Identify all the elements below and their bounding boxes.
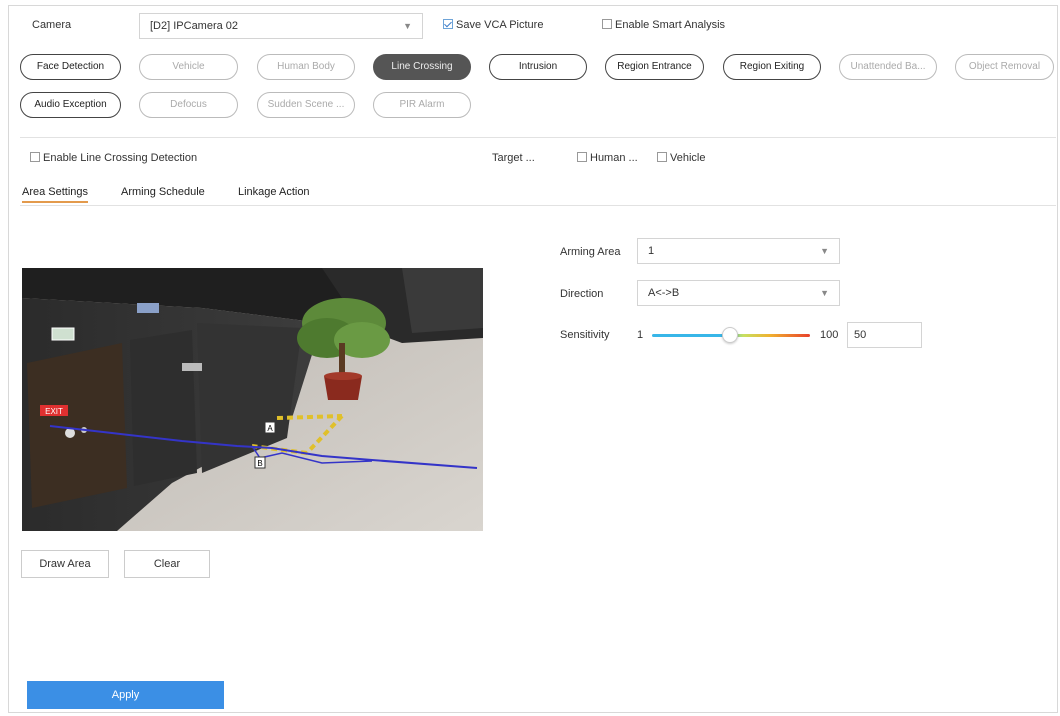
- checkbox-icon: [657, 152, 667, 162]
- camera-select-value: [D2] IPCamera 02: [150, 20, 239, 32]
- point-a-label: A: [267, 424, 273, 433]
- pill-intrusion[interactable]: Intrusion: [489, 54, 587, 80]
- pill-audio-exception[interactable]: Audio Exception: [20, 92, 121, 118]
- pill-pir-alarm[interactable]: PIR Alarm: [373, 92, 471, 118]
- pill-defocus[interactable]: Defocus: [139, 92, 238, 118]
- camera-preview[interactable]: EXIT A B: [22, 268, 483, 531]
- enable-line-crossing-label: Enable Line Crossing Detection: [43, 152, 198, 164]
- pill-human-body[interactable]: Human Body: [257, 54, 355, 80]
- direction-label: Direction: [560, 288, 604, 300]
- sensitivity-max-label: 100: [820, 329, 839, 341]
- tab-arming-schedule[interactable]: Arming Schedule: [121, 186, 205, 198]
- checkbox-icon: [577, 152, 587, 162]
- target-human-label: Human ...: [590, 152, 638, 164]
- exit-sign-text: EXIT: [45, 407, 63, 416]
- smart-analysis-checkbox[interactable]: Enable Smart Analysis: [602, 19, 725, 31]
- pill-sudden-scene-change[interactable]: Sudden Scene ...: [257, 92, 355, 118]
- point-b-label: B: [257, 459, 262, 468]
- target-vehicle-label: Vehicle: [670, 152, 706, 164]
- save-vca-label: Save VCA Picture: [456, 19, 544, 31]
- direction-value: A<->B: [648, 287, 680, 299]
- save-vca-checkbox[interactable]: Save VCA Picture: [443, 19, 543, 31]
- divider: [20, 137, 1056, 138]
- sensitivity-input[interactable]: 50: [847, 322, 922, 348]
- arming-area-select[interactable]: 1 ▼: [637, 238, 840, 264]
- pill-line-crossing[interactable]: Line Crossing: [373, 54, 471, 80]
- chevron-down-icon: ▼: [403, 21, 412, 31]
- arming-area-label: Arming Area: [560, 246, 621, 258]
- pill-vehicle[interactable]: Vehicle: [139, 54, 238, 80]
- target-human-checkbox[interactable]: Human ...: [577, 152, 638, 164]
- direction-select[interactable]: A<->B ▼: [637, 280, 840, 306]
- tab-divider: [20, 205, 1056, 206]
- target-vehicle-checkbox[interactable]: Vehicle: [657, 152, 705, 164]
- pill-object-removal[interactable]: Object Removal: [955, 54, 1054, 80]
- apply-button[interactable]: Apply: [27, 681, 224, 709]
- sensitivity-label: Sensitivity: [560, 329, 610, 341]
- smart-analysis-label: Enable Smart Analysis: [615, 19, 726, 31]
- chevron-down-icon: ▼: [820, 288, 829, 298]
- clear-button[interactable]: Clear: [124, 550, 210, 578]
- camera-preview-image: EXIT A B: [22, 268, 483, 531]
- chevron-down-icon: ▼: [820, 246, 829, 256]
- checkbox-icon: [30, 152, 40, 162]
- pill-unattended-baggage[interactable]: Unattended Ba...: [839, 54, 937, 80]
- pill-face-detection[interactable]: Face Detection: [20, 54, 121, 80]
- checkbox-icon: [602, 19, 612, 29]
- enable-line-crossing-checkbox[interactable]: Enable Line Crossing Detection: [30, 152, 197, 164]
- draw-area-button[interactable]: Draw Area: [21, 550, 109, 578]
- camera-select[interactable]: [D2] IPCamera 02 ▼: [139, 13, 423, 39]
- camera-label: Camera: [32, 19, 72, 31]
- sensitivity-min-label: 1: [637, 329, 644, 341]
- tab-linkage-action[interactable]: Linkage Action: [238, 186, 310, 198]
- target-label: Target ...: [492, 152, 535, 164]
- arming-area-value: 1: [648, 245, 655, 257]
- pill-region-entrance[interactable]: Region Entrance: [605, 54, 704, 80]
- checkbox-checked-icon: [443, 19, 453, 29]
- tab-area-settings[interactable]: Area Settings: [22, 186, 89, 203]
- pill-region-exiting[interactable]: Region Exiting: [723, 54, 821, 80]
